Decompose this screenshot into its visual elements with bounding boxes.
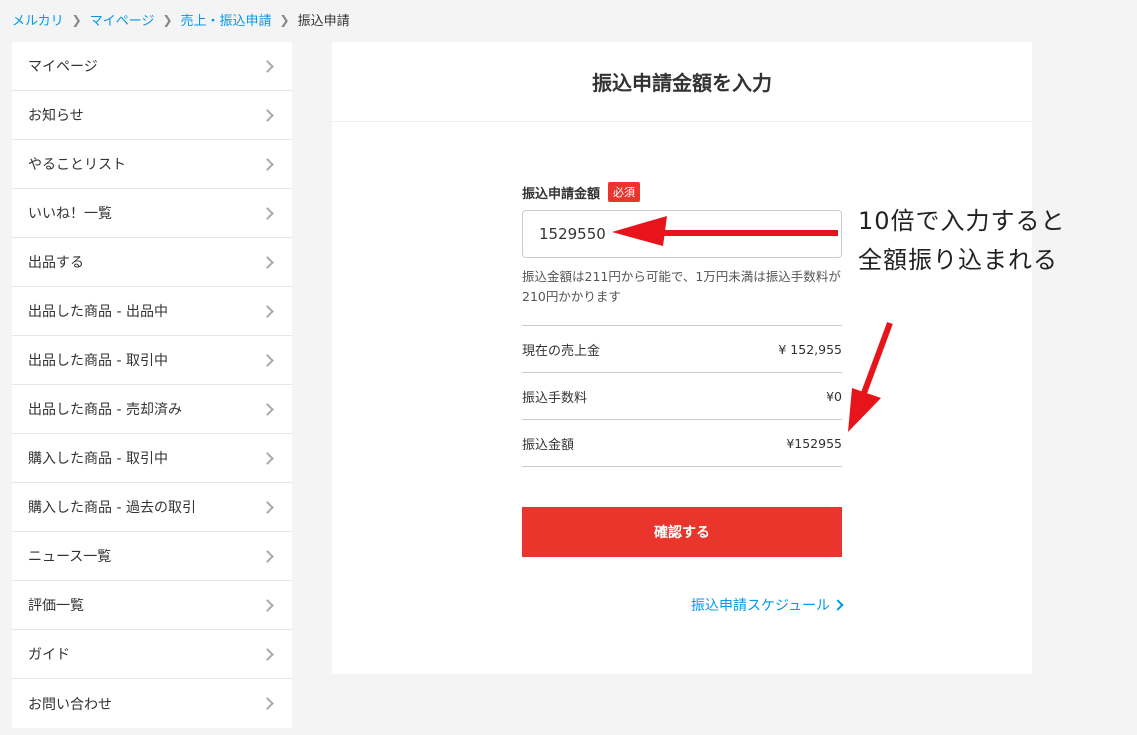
confirm-button[interactable]: 確認する — [522, 507, 842, 557]
chevron-right-icon — [261, 108, 274, 122]
summary-row: 振込金額 ¥152955 — [522, 420, 842, 467]
sidebar-item-label: ガイド — [28, 647, 70, 663]
transfer-card: 振込申請金額を入力 振込申請金額 必須 振込金額は211円から可能で、1万円未満… — [332, 42, 1032, 674]
sidebar-item-label: お問い合わせ — [28, 696, 112, 713]
summary-label: 振込金額 — [522, 437, 575, 453]
sidebar-item-label: 購入した商品 - 取引中 — [28, 451, 168, 467]
sidebar-item-reviews[interactable]: 評価一覧 — [12, 581, 292, 630]
chevron-right-icon — [261, 697, 274, 710]
sidebar-item-todo[interactable]: やることリスト — [12, 140, 292, 189]
chevron-right-icon: ❯ — [162, 12, 173, 27]
schedule-link[interactable]: 振込申請スケジュール — [522, 595, 844, 615]
chevron-right-icon: ❯ — [71, 12, 82, 27]
sidebar-item-label: 購入した商品 - 過去の取引 — [28, 500, 196, 516]
chevron-right-icon — [261, 598, 274, 612]
chevron-right-icon — [261, 157, 274, 171]
chevron-right-icon — [261, 353, 274, 367]
breadcrumb-current: 振込申請 — [297, 14, 350, 29]
summary-label: 現在の売上金 — [522, 343, 601, 359]
card-header: 振込申請金額を入力 — [332, 42, 1032, 122]
summary-value: ¥152955 — [786, 435, 842, 451]
sidebar-item-label: いいね！一覧 — [28, 206, 112, 222]
chevron-right-icon — [261, 255, 274, 269]
sidebar-item-contact[interactable]: お問い合わせ — [12, 679, 292, 728]
schedule-link-label: 振込申請スケジュール — [690, 598, 830, 614]
sidebar-item-label: 評価一覧 — [28, 598, 84, 614]
chevron-right-icon — [261, 304, 274, 318]
annotation-text: 10倍で入力すると 全額振り込まれる — [858, 202, 1066, 280]
chevron-right-icon — [261, 451, 274, 465]
sidebar-item-purchased-past[interactable]: 購入した商品 - 過去の取引 — [12, 483, 292, 532]
breadcrumb-mypage[interactable]: マイページ — [90, 10, 155, 29]
summary-row: 振込手数料 ¥0 — [522, 373, 842, 420]
chevron-right-icon — [261, 549, 274, 563]
chevron-right-icon — [832, 599, 844, 611]
required-badge: 必須 — [608, 182, 641, 202]
sidebar-item-label: 出品した商品 - 取引中 — [28, 353, 168, 369]
sidebar-item-guide[interactable]: ガイド — [12, 630, 292, 679]
sidebar-item-label: やることリスト — [28, 157, 126, 173]
breadcrumb: メルカリ ❯ マイページ ❯ 売上・振込申請 ❯ 振込申請 — [12, 10, 350, 30]
sidebar-item-label: お知らせ — [28, 108, 84, 124]
sidebar-item-mypage[interactable]: マイページ — [12, 42, 292, 91]
sidebar-item-likes[interactable]: いいね！一覧 — [12, 189, 292, 238]
sidebar-item-label: ニュース一覧 — [28, 549, 112, 565]
annotation-line-1: 10倍で入力すると — [858, 207, 1066, 235]
sidebar-item-listed-trading[interactable]: 出品した商品 - 取引中 — [12, 336, 292, 385]
annotation-line-2: 全額振り込まれる — [858, 246, 1058, 274]
sidebar-item-label: マイページ — [28, 59, 98, 75]
fee-note: 振込金額は211円から可能で、1万円未満は振込手数料が210円かかります — [522, 269, 841, 304]
chevron-right-icon — [261, 206, 274, 220]
page-title: 振込申請金額を入力 — [592, 71, 772, 95]
breadcrumb-sales[interactable]: 売上・振込申請 — [181, 10, 272, 29]
summary-table: 現在の売上金 ¥ 152,955 振込手数料 ¥0 振込金額 ¥152955 — [522, 325, 842, 467]
sidebar-item-listed-selling[interactable]: 出品した商品 - 出品中 — [12, 287, 292, 336]
summary-value: ¥ 152,955 — [778, 341, 842, 357]
sidebar-item-notifications[interactable]: お知らせ — [12, 91, 292, 140]
field-label-row: 振込申請金額 必須 — [522, 182, 842, 202]
breadcrumb-mercari[interactable]: メルカリ — [12, 10, 64, 29]
summary-row: 現在の売上金 ¥ 152,955 — [522, 326, 842, 373]
transfer-form: 振込申請金額 必須 振込金額は211円から可能で、1万円未満は振込手数料が210… — [522, 182, 844, 615]
sidebar: マイページ お知らせ やることリスト いいね！一覧 出品する 出品した商品 - … — [12, 42, 292, 728]
chevron-right-icon — [261, 500, 274, 514]
amount-input[interactable] — [522, 210, 842, 258]
sidebar-item-listed-sold[interactable]: 出品した商品 - 売却済み — [12, 385, 292, 434]
chevron-right-icon — [261, 647, 274, 661]
sidebar-item-news[interactable]: ニュース一覧 — [12, 532, 292, 581]
sidebar-item-label: 出品する — [28, 255, 84, 271]
sidebar-item-label: 出品した商品 - 出品中 — [28, 304, 168, 320]
chevron-right-icon — [261, 59, 274, 73]
sidebar-item-label: 出品した商品 - 売却済み — [28, 402, 182, 418]
chevron-right-icon: ❯ — [279, 12, 290, 27]
amount-field-label: 振込申請金額 — [522, 186, 601, 202]
chevron-right-icon — [261, 402, 274, 416]
summary-value: ¥0 — [826, 388, 842, 404]
sidebar-item-purchased-trading[interactable]: 購入した商品 - 取引中 — [12, 434, 292, 483]
summary-label: 振込手数料 — [522, 390, 588, 406]
sidebar-item-sell[interactable]: 出品する — [12, 238, 292, 287]
